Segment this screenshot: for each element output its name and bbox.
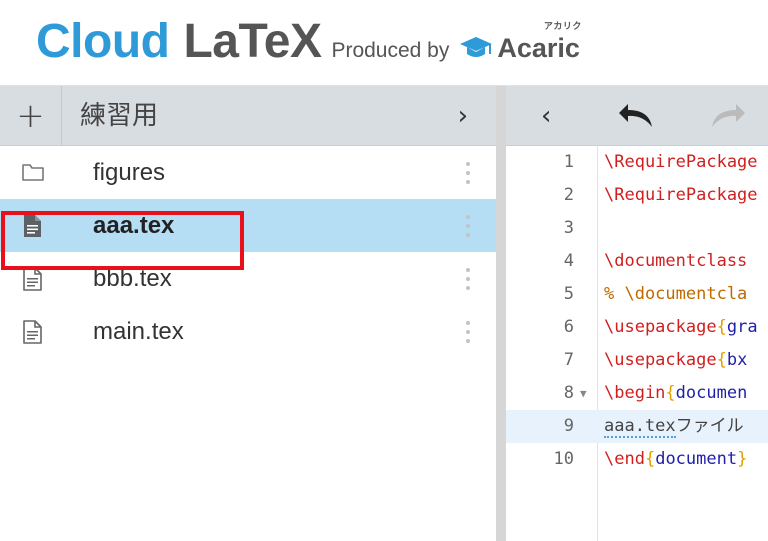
document-outline-icon (21, 267, 43, 291)
editor-pane: ‹ 1 \RequirePackage 2 \RequirePackage 3 4 \doc… (506, 86, 768, 541)
fold-toggle-icon[interactable]: ▼ (580, 377, 587, 410)
code-text: % \documentcla (604, 278, 747, 311)
code-text: \RequirePackage (604, 179, 758, 212)
code-text: aaa.texファイル (604, 410, 744, 443)
code-line[interactable]: 6 \usepackage{gra (506, 311, 768, 344)
file-list: figures aaa.tex bbb.tex main.tex (0, 146, 496, 358)
line-number: 10 (553, 449, 574, 469)
back-button[interactable]: ‹ (541, 86, 551, 146)
code-token: \RequirePackage (604, 185, 758, 205)
code-line[interactable]: 7 \usepackage{bx (506, 344, 768, 377)
line-number: 6 (563, 317, 574, 337)
line-number: 1 (563, 152, 574, 172)
code-token: \documentclass (604, 251, 748, 271)
code-token: ファイル (675, 416, 744, 436)
code-token: % \documentcla (604, 284, 748, 304)
produced-by-text: Produced by (331, 39, 450, 62)
code-token: { (665, 383, 676, 403)
code-line[interactable]: 8 ▼ \begin{documen (506, 377, 768, 410)
acaric-name: Acaric (497, 33, 580, 63)
code-text: \RequirePackage (604, 146, 758, 179)
line-number: 5 (563, 284, 574, 304)
file-name: figures (93, 159, 166, 186)
code-token: gra (726, 317, 758, 337)
code-line[interactable]: 1 \RequirePackage (506, 146, 768, 179)
code-line[interactable]: 5 % \documentcla (506, 278, 768, 311)
line-number: 9 (563, 416, 574, 436)
file-row-bbb-tex[interactable]: bbb.tex (0, 252, 496, 305)
editor-toolbar: ‹ (506, 86, 768, 146)
file-row-figures[interactable]: figures (0, 146, 496, 199)
more-vert-icon[interactable] (465, 268, 471, 290)
code-token: { (716, 317, 727, 337)
code-token: { (716, 350, 727, 370)
code-text: \documentclass (604, 245, 747, 278)
acaric-logo: アカリク Acaric (497, 22, 581, 64)
code-token: aaa.tex (604, 416, 676, 438)
app-header: Cloud LaTeX Produced by アカリク Acaric (0, 0, 768, 86)
code-line[interactable]: 10 \end{document} (506, 443, 768, 476)
code-line[interactable]: 2 \RequirePackage (506, 179, 768, 212)
code-token: \RequirePackage (604, 152, 758, 172)
file-name: bbb.tex (93, 265, 172, 292)
document-outline-icon (21, 320, 43, 344)
code-text: \usepackage{gra (604, 311, 758, 344)
undo-icon[interactable] (618, 103, 656, 133)
file-toolbar: + 練習用 › (0, 86, 496, 146)
code-text: \usepackage{bx (604, 344, 747, 377)
collapse-panel-button[interactable]: › (458, 86, 468, 146)
acaric-kana: アカリク (543, 22, 582, 32)
line-number: 4 (563, 251, 574, 271)
more-vert-icon[interactable] (465, 215, 471, 237)
brand-cloud-text: Cloud (36, 15, 170, 68)
file-row-aaa-tex[interactable]: aaa.tex (0, 199, 496, 252)
code-line[interactable]: 9 aaa.texファイル (506, 410, 768, 443)
panel-splitter[interactable] (496, 86, 506, 541)
code-token: documen (675, 383, 748, 403)
document-icon (21, 214, 43, 238)
file-row-main-tex[interactable]: main.tex (0, 305, 496, 358)
code-token: { (644, 449, 656, 469)
file-panel: + 練習用 › figures aaa.tex bbb.tex main.tex (0, 86, 496, 541)
code-text: \end{document} (604, 443, 747, 476)
code-token: bx (726, 350, 748, 370)
line-number: 7 (563, 350, 574, 370)
code-token: \usepackage (604, 317, 717, 337)
project-name: 練習用 (80, 101, 159, 131)
mortarboard-icon (459, 35, 493, 65)
brand-latex-text: LaTeX (183, 15, 322, 68)
brand-logo[interactable]: Cloud LaTeX Produced by アカリク Acaric (36, 14, 581, 76)
add-file-button[interactable]: + (0, 86, 62, 146)
code-editor[interactable]: 1 \RequirePackage 2 \RequirePackage 3 4 \docum… (506, 146, 768, 541)
code-line[interactable]: 4 \documentclass (506, 245, 768, 278)
line-number: 3 (563, 218, 574, 238)
line-number: 8 (563, 383, 574, 403)
code-token: \usepackage (604, 350, 717, 370)
code-token: \end (604, 449, 645, 469)
redo-icon[interactable] (708, 103, 746, 133)
code-token: document (655, 449, 738, 469)
file-name: aaa.tex (93, 212, 175, 239)
folder-icon (21, 161, 44, 185)
code-token: \begin (604, 383, 666, 403)
code-line[interactable]: 3 (506, 212, 768, 245)
more-vert-icon[interactable] (465, 162, 471, 184)
line-number: 2 (563, 185, 574, 205)
file-name: main.tex (93, 318, 184, 345)
code-token: } (737, 449, 748, 469)
more-vert-icon[interactable] (465, 321, 471, 343)
code-text: \begin{documen (604, 377, 747, 410)
